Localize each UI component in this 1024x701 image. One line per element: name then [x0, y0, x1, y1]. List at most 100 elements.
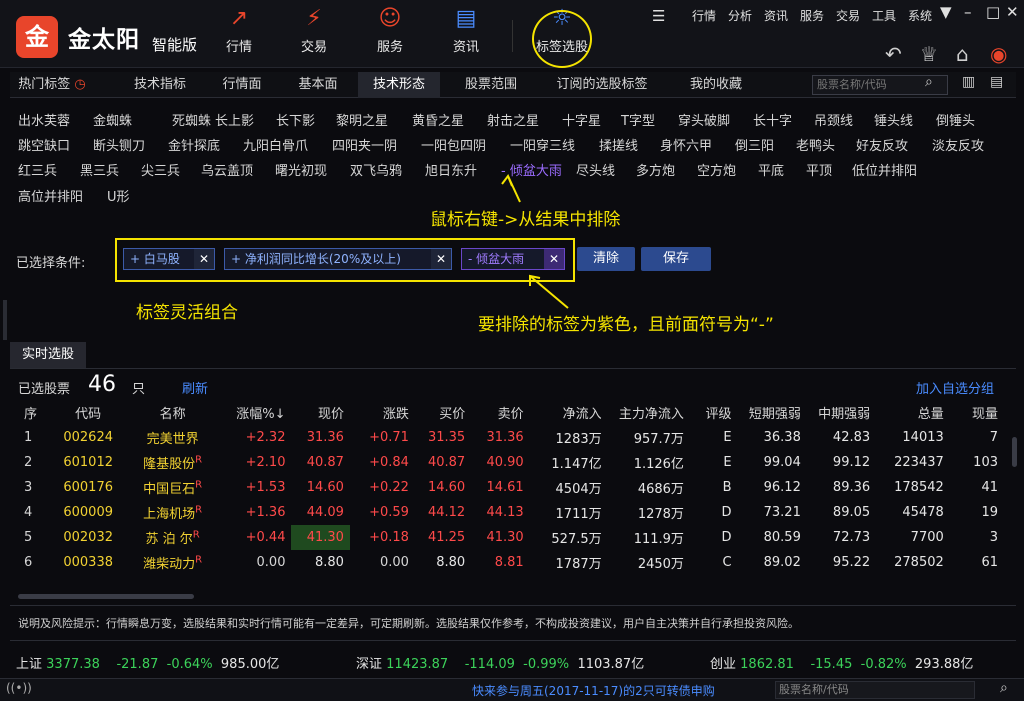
tag-item[interactable]: 黄昏之星: [412, 110, 464, 129]
tag-item[interactable]: 身怀六甲: [660, 135, 712, 154]
tab-fundamental[interactable]: 基本面: [282, 72, 354, 98]
tag-item[interactable]: 断头铡刀: [93, 135, 145, 154]
tag-item[interactable]: 旭日东升: [425, 160, 477, 179]
status-search-input[interactable]: 股票名称/代码: [775, 681, 975, 699]
tag-item[interactable]: 一阳包四阴: [421, 135, 486, 154]
tag-item[interactable]: 好友反攻: [856, 135, 908, 154]
column-header[interactable]: 序: [10, 400, 53, 425]
column-header[interactable]: 涨幅%↓: [222, 400, 291, 425]
back-icon[interactable]: ↶: [885, 42, 902, 66]
tab-realtime-picker[interactable]: 实时选股: [10, 342, 86, 368]
tag-item[interactable]: 九阳白骨爪: [243, 135, 308, 154]
tag-item[interactable]: 双飞乌鸦: [350, 160, 402, 179]
tag-item[interactable]: 平顶: [806, 160, 832, 179]
menu-item[interactable]: 服务: [800, 7, 824, 24]
menu-list-icon[interactable]: ☰: [652, 7, 665, 25]
tag-item[interactable]: 红三兵: [18, 160, 57, 179]
tag-item[interactable]: 金蜘蛛: [93, 110, 132, 129]
column-header[interactable]: 代码: [53, 400, 129, 425]
tag-item[interactable]: 黎明之星: [336, 110, 388, 129]
condition-chip[interactable]: + 净利润同比增长(20%及以上) ✕: [224, 248, 452, 270]
tag-item[interactable]: 高位并排阳: [18, 186, 83, 205]
table-row[interactable]: 4 600009 上海机场R +1.36 44.09 +0.59 44.12 44.13 171…: [10, 500, 1004, 525]
tag-item[interactable]: 曙光初现: [275, 160, 327, 179]
tag-item[interactable]: T字型: [621, 110, 655, 129]
tag-item[interactable]: 淡友反攻: [932, 135, 984, 154]
tag-item[interactable]: 多方炮: [636, 160, 675, 179]
tag-item[interactable]: 锤头线: [874, 110, 913, 129]
tag-item[interactable]: 出水芙蓉: [18, 110, 70, 129]
tag-item[interactable]: 低位并排阳: [852, 160, 917, 179]
tag-item[interactable]: U形: [107, 186, 130, 205]
column-header[interactable]: 名称: [129, 400, 222, 425]
table-row[interactable]: 5 002032 苏 泊 尔R +0.44 41.30 +0.18 41.25 41.30 52…: [10, 525, 1004, 550]
tab-hot-tags[interactable]: 热门标签 ◷: [10, 72, 94, 98]
search-icon[interactable]: ⌕: [1000, 680, 1008, 696]
brand-small-icon[interactable]: ◉: [990, 42, 1007, 66]
note-icon[interactable]: ▤: [990, 74, 1003, 90]
menu-item[interactable]: 工具: [872, 7, 896, 24]
tag-item[interactable]: 十字星: [562, 110, 601, 129]
tag-item[interactable]: 长上影: [215, 110, 254, 129]
tag-item[interactable]: 跳空缺口: [18, 135, 70, 154]
column-header[interactable]: 买价: [415, 400, 471, 425]
tag-item[interactable]: 老鸭头: [796, 135, 835, 154]
tag-item[interactable]: 长十字: [753, 110, 792, 129]
menu-item[interactable]: 行情: [692, 7, 716, 24]
splitter-handle[interactable]: [3, 300, 7, 340]
table-row[interactable]: 1 002624 完美世界 +2.32 31.36 +0.71 31.35 31.36 1283…: [10, 425, 1004, 450]
column-header[interactable]: 中期强弱: [807, 400, 876, 425]
tab-subscribed[interactable]: 订阅的选股标签: [542, 72, 662, 98]
nav-quotes[interactable]: ↗ 行情: [209, 6, 269, 64]
maximize-icon[interactable]: □: [986, 3, 1000, 21]
remove-icon[interactable]: ✕: [431, 249, 451, 269]
tab-favorites[interactable]: 我的收藏: [674, 72, 758, 98]
table-row[interactable]: 2 601012 隆基股份R +2.10 40.87 +0.84 40.87 40.90 1.1…: [10, 450, 1004, 475]
column-header[interactable]: 主力净流入: [608, 400, 690, 425]
column-header[interactable]: 短期强弱: [738, 400, 807, 425]
column-header[interactable]: 涨跌: [350, 400, 415, 425]
column-header[interactable]: 评级: [690, 400, 738, 425]
refresh-link[interactable]: 刷新: [182, 378, 208, 397]
tag-item[interactable]: 倒三阳: [735, 135, 774, 154]
save-button[interactable]: 保存: [641, 247, 711, 271]
tag-item[interactable]: 尖三兵: [141, 160, 180, 179]
nav-news[interactable]: ▤ 资讯: [436, 6, 496, 64]
skin-icon[interactable]: ▼: [940, 3, 952, 21]
bank-icon[interactable]: ⌂: [956, 42, 969, 66]
close-icon[interactable]: ✕: [1006, 3, 1019, 21]
clear-button[interactable]: 清除: [577, 247, 635, 271]
tag-item[interactable]: 射击之星: [487, 110, 539, 129]
tag-item[interactable]: 平底: [758, 160, 784, 179]
tab-market[interactable]: 行情面: [206, 72, 278, 98]
vertical-scrollbar[interactable]: [1012, 437, 1017, 467]
tag-item[interactable]: 乌云盖顶: [201, 160, 253, 179]
tag-item[interactable]: 长下影: [276, 110, 315, 129]
news-ticker[interactable]: 快来参与周五(2017-11-17)的2只可转债申购: [472, 682, 715, 699]
tag-item[interactable]: 死蜘蛛: [172, 110, 211, 129]
tag-item[interactable]: 空方炮: [697, 160, 736, 179]
tab-tech-pattern[interactable]: 技术形态: [358, 72, 440, 98]
condition-chip[interactable]: + 白马股 ✕: [123, 248, 215, 270]
remove-icon[interactable]: ✕: [544, 249, 564, 269]
tag-item[interactable]: 一阳穿三线: [510, 135, 575, 154]
nav-trade[interactable]: ⚡ 交易: [284, 6, 344, 64]
condition-chip-excluded[interactable]: - 倾盆大雨 ✕: [461, 248, 565, 270]
remove-icon[interactable]: ✕: [194, 249, 214, 269]
tag-item[interactable]: 吊颈线: [814, 110, 853, 129]
horizontal-scrollbar[interactable]: [18, 594, 194, 599]
trophy-icon[interactable]: ♕: [920, 42, 938, 66]
tab-tech-indicator[interactable]: 技术指标: [120, 72, 200, 98]
column-header[interactable]: 净流入: [530, 400, 608, 425]
table-row[interactable]: 3 600176 中国巨石R +1.53 14.60 +0.22 14.60 14.61 450…: [10, 475, 1004, 500]
tab-stock-range[interactable]: 股票范围: [446, 72, 536, 98]
column-header[interactable]: 现量: [950, 400, 1004, 425]
menu-item[interactable]: 交易: [836, 7, 860, 24]
nav-service[interactable]: ☺ 服务: [360, 6, 420, 64]
menu-item[interactable]: 分析: [728, 7, 752, 24]
table-row[interactable]: 6 000338 潍柴动力R 0.00 8.80 0.00 8.80 8.81 1787万 245…: [10, 550, 1004, 575]
add-to-group-link[interactable]: 加入自选分组: [916, 378, 994, 397]
column-header[interactable]: 总量: [876, 400, 950, 425]
tag-item[interactable]: 黑三兵: [80, 160, 119, 179]
menu-item[interactable]: 系统: [908, 7, 932, 24]
